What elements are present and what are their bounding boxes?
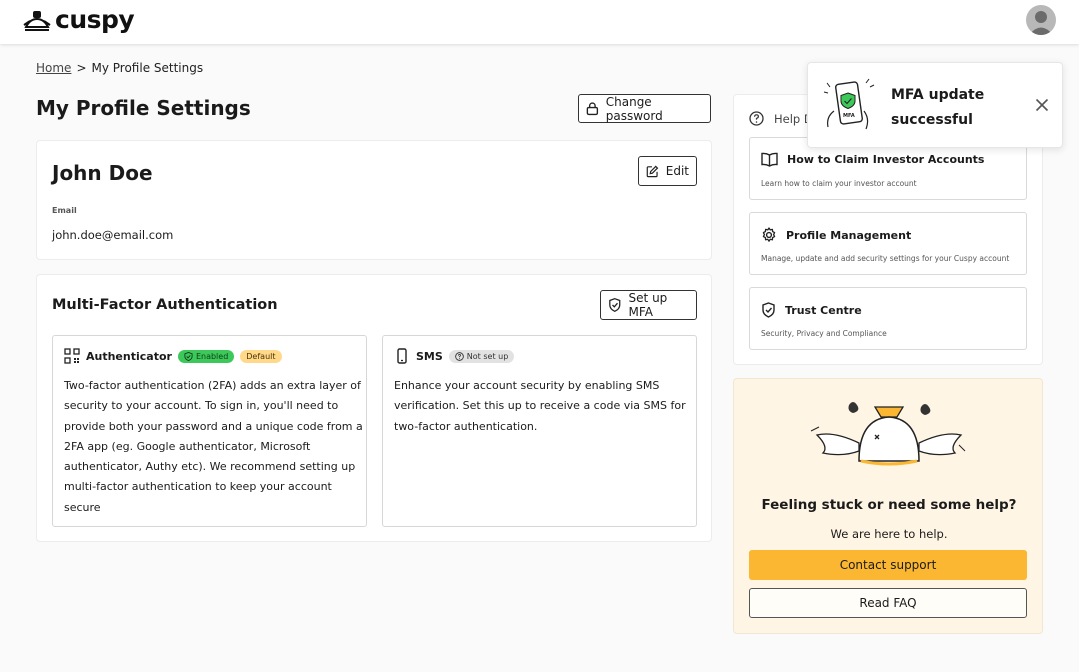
phone-icon [397, 348, 407, 364]
authenticator-desc-line: 2FA app (eg. Google authenticator, Micro… [64, 439, 311, 453]
breadcrumb-home-link[interactable]: Home [36, 61, 71, 75]
support-mascot-illustration [810, 402, 966, 466]
logo-icon [23, 11, 51, 31]
authenticator-desc-line: security to your account. To sign in, yo… [64, 399, 339, 413]
sms-desc-line: two-factor authentication. [394, 419, 538, 433]
lock-icon [586, 102, 599, 116]
help-item-desc: Security, Privacy and Compliance [761, 329, 887, 338]
cuspy-logo[interactable]: cuspy [22, 5, 135, 35]
help-item-profile-management[interactable]: Profile Management Manage, update and ad… [749, 212, 1027, 275]
toast-message: MFA update successful [891, 83, 1011, 133]
mfa-success-toast: MFA MFA update successful [807, 62, 1063, 148]
help-panel-header: Help D [749, 111, 813, 126]
toast-line: successful [891, 112, 973, 128]
profile-name: John Doe [52, 161, 153, 185]
authenticator-desc-line: provide both your password and a unique … [64, 419, 363, 433]
change-password-label: Change password [605, 94, 663, 123]
authenticator-desc-line: authenticator, Authy etc). We recommend … [64, 460, 356, 474]
help-item-title: Profile Management [786, 228, 912, 242]
sms-method-card: SMS Not set up Enhance your account secu… [382, 335, 697, 527]
mfa-phone-illustration: MFA [823, 78, 875, 130]
edit-profile-button[interactable]: Edit [638, 156, 697, 186]
breadcrumb-separator: > [76, 61, 87, 75]
close-icon[interactable] [1034, 97, 1050, 113]
avatar-icon [1029, 11, 1053, 35]
authenticator-header: Authenticator Enabled Default [64, 348, 282, 364]
help-item-desc: Learn how to claim your investor account [761, 179, 917, 188]
authenticator-name: Authenticator [86, 349, 172, 363]
support-card: Feeling stuck or need some help? We are … [733, 378, 1043, 634]
not-set-up-badge: Not set up [448, 349, 515, 363]
help-item-trust-centre[interactable]: Trust Centre Security, Privacy and Compl… [749, 287, 1027, 350]
edit-icon [646, 165, 659, 177]
contact-support-button[interactable]: Contact support [749, 550, 1027, 580]
change-password-button[interactable]: Change password [578, 94, 711, 123]
question-icon [454, 351, 464, 361]
help-item-desc: Manage, update and add security settings… [761, 254, 1010, 263]
setup-mfa-label: Set up MFA [628, 291, 668, 319]
mfa-title: Multi-Factor Authentication [52, 297, 278, 313]
email-value: john.doe@email.com [52, 228, 174, 242]
user-avatar[interactable] [1026, 5, 1056, 35]
top-bar: cuspy [0, 0, 1079, 44]
breadcrumb: Home > My Profile Settings [36, 61, 203, 75]
toast-line: MFA update [891, 87, 985, 103]
enabled-badge-label: Enabled [195, 351, 229, 361]
setup-mfa-button[interactable]: Set up MFA [600, 290, 697, 320]
support-title: Feeling stuck or need some help? [761, 497, 1017, 513]
shield-check-icon [609, 298, 621, 313]
edit-label: Edit [665, 164, 689, 178]
page-title: My Profile Settings [36, 96, 251, 120]
shield-check-icon [762, 302, 775, 318]
logo-text: cuspy [55, 5, 135, 34]
authenticator-method-card: Authenticator Enabled Default Two-factor… [52, 335, 367, 527]
qr-code-icon [64, 348, 80, 364]
gear-icon [762, 227, 776, 242]
sms-desc-line: verification. Set this up to receive a c… [394, 399, 686, 413]
help-item-header: How to Claim Investor Accounts [761, 152, 984, 167]
enabled-badge: Enabled [177, 349, 235, 363]
mfa-illustration-label: MFA [843, 113, 855, 119]
help-item-title: How to Claim Investor Accounts [787, 153, 985, 166]
profile-card: John Doe Edit Email john.doe@email.com [36, 140, 712, 260]
help-item-header: Profile Management [761, 227, 911, 243]
help-circle-icon [749, 111, 764, 126]
not-set-up-label: Not set up [466, 351, 509, 361]
breadcrumb-current: My Profile Settings [91, 61, 204, 75]
sms-description: Enhance your account security by enablin… [394, 376, 686, 437]
sms-desc-line: Enhance your account security by enablin… [394, 379, 660, 392]
sms-name: SMS [416, 349, 443, 363]
mfa-card: Multi-Factor Authentication Set up MFA A… [36, 274, 712, 542]
authenticator-desc-line: multi-factor authentication to keep your… [64, 480, 332, 494]
authenticator-desc-line: Two-factor authentication (2FA) adds an … [64, 379, 361, 392]
sms-header: SMS Not set up [394, 348, 515, 364]
check-shield-icon [184, 351, 193, 361]
book-icon [761, 152, 778, 167]
help-item-title: Trust Centre [785, 303, 862, 317]
support-subtitle: We are here to help. [830, 527, 948, 541]
authenticator-description: Two-factor authentication (2FA) adds an … [64, 376, 363, 518]
email-label: Email [52, 206, 77, 215]
default-badge: Default [240, 349, 282, 363]
read-faq-button[interactable]: Read FAQ [749, 588, 1027, 618]
help-item-header: Trust Centre [761, 302, 862, 318]
authenticator-desc-line: secure [64, 500, 101, 514]
